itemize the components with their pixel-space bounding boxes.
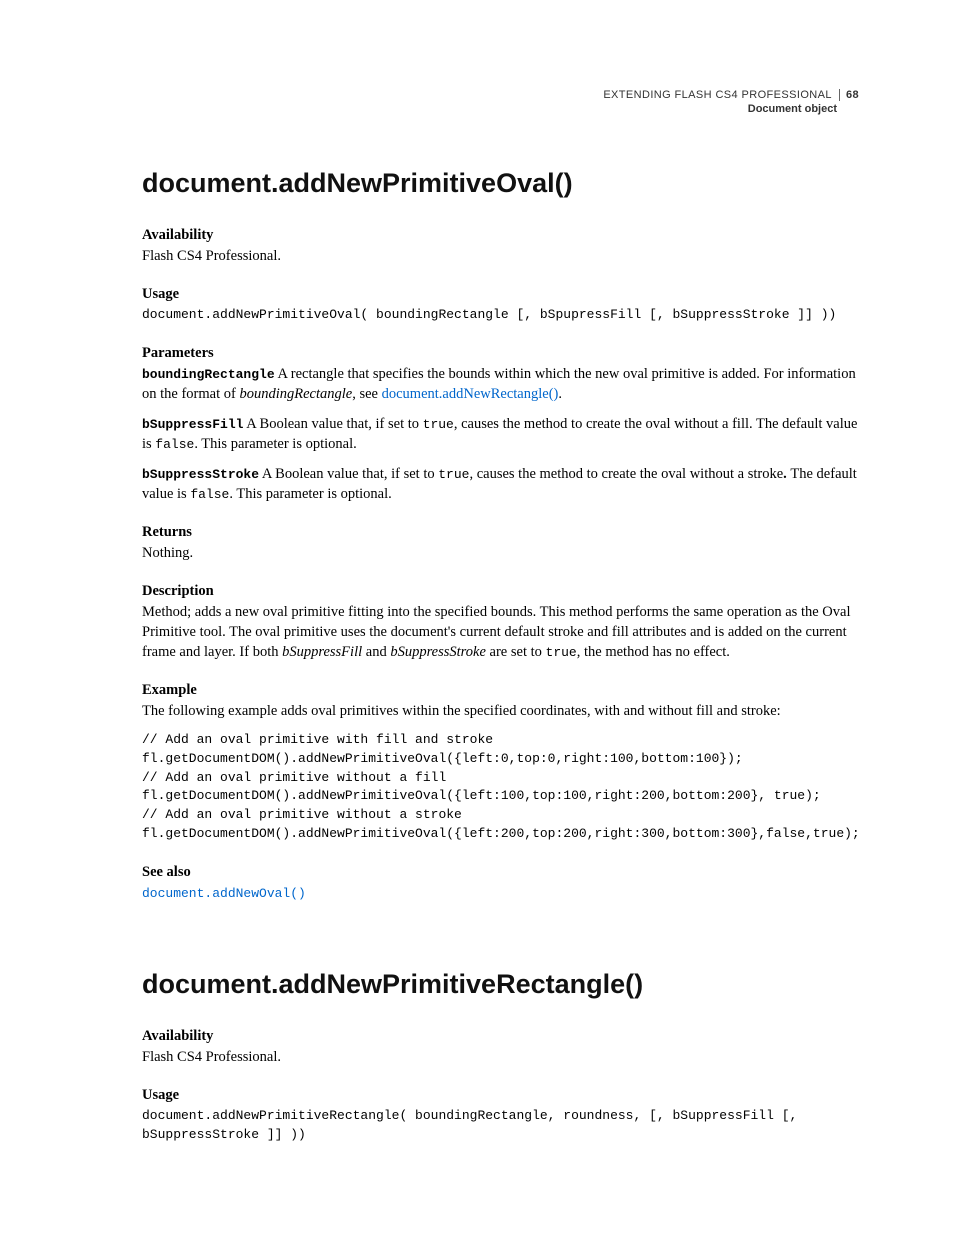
description-text-c: are set to	[486, 644, 546, 660]
description-text-d: , the method has no effect.	[577, 644, 730, 660]
example-intro: The following example adds oval primitiv…	[142, 701, 859, 721]
param3-text-d: . This parameter is optional.	[229, 486, 391, 502]
returns-label: Returns	[142, 524, 859, 541]
description-text-b: and	[362, 644, 390, 660]
description-label: Description	[142, 583, 859, 600]
usage-code-2: document.addNewPrimitiveRectangle( bound…	[142, 1107, 859, 1145]
availability-label-2: Availability	[142, 1028, 859, 1045]
usage-code: document.addNewPrimitiveOval( boundingRe…	[142, 306, 859, 325]
book-title: EXTENDING FLASH CS4 PROFESSIONAL	[603, 89, 831, 101]
param2-false: false	[155, 437, 194, 452]
param-bsuppressstroke: bSuppressStroke A Boolean value that, if…	[142, 464, 859, 504]
param1-text-c: .	[558, 386, 562, 402]
param2-text-c: . This parameter is optional.	[194, 436, 356, 452]
method-title-addnewprimitiverectangle: document.addNewPrimitiveRectangle()	[142, 969, 859, 1000]
param3-false: false	[190, 487, 229, 502]
description-ital2: bSuppressStroke	[390, 644, 486, 660]
usage-label-2: Usage	[142, 1087, 859, 1104]
param-boundingrectangle: boundingRectangle A rectangle that speci…	[142, 364, 859, 404]
param2-text-a: A Boolean value that, if set to	[243, 416, 422, 432]
param2-true: true	[423, 417, 454, 432]
example-code: // Add an oval primitive with fill and s…	[142, 731, 859, 844]
description-text: Method; adds a new oval primitive fittin…	[142, 602, 859, 662]
description-ital1: bSuppressFill	[282, 644, 362, 660]
header-section: Document object	[603, 102, 859, 116]
availability-text: Flash CS4 Professional.	[142, 246, 859, 266]
param1-ital: boundingRectangle	[239, 386, 352, 402]
usage-label: Usage	[142, 286, 859, 303]
description-true: true	[546, 645, 577, 660]
example-label: Example	[142, 682, 859, 699]
availability-text-2: Flash CS4 Professional.	[142, 1047, 859, 1067]
parameters-label: Parameters	[142, 345, 859, 362]
running-header: EXTENDING FLASH CS4 PROFESSIONAL 68 Docu…	[603, 88, 859, 117]
link-addnewrectangle[interactable]: document.addNewRectangle()	[382, 386, 559, 402]
param3-text-a: A Boolean value that, if set to	[259, 466, 438, 482]
page-number: 68	[839, 89, 859, 101]
seealso-text: document.addNewOval()	[142, 883, 859, 903]
param1-text-b: , see	[352, 386, 381, 402]
param-name-bsuppressstroke: bSuppressStroke	[142, 467, 259, 482]
link-addnewoval[interactable]: document.addNewOval()	[142, 886, 306, 901]
availability-label: Availability	[142, 227, 859, 244]
method-title-addnewprimitiveoval: document.addNewPrimitiveOval()	[142, 168, 859, 199]
param3-true: true	[438, 467, 469, 482]
param-name-bsuppressfill: bSuppressFill	[142, 417, 243, 432]
seealso-label: See also	[142, 864, 859, 881]
param-bsuppressfill: bSuppressFill A Boolean value that, if s…	[142, 414, 859, 454]
param3-text-b: , causes the method to create the oval w…	[469, 466, 783, 482]
returns-text: Nothing.	[142, 543, 859, 563]
param-name-boundingrectangle: boundingRectangle	[142, 367, 275, 382]
